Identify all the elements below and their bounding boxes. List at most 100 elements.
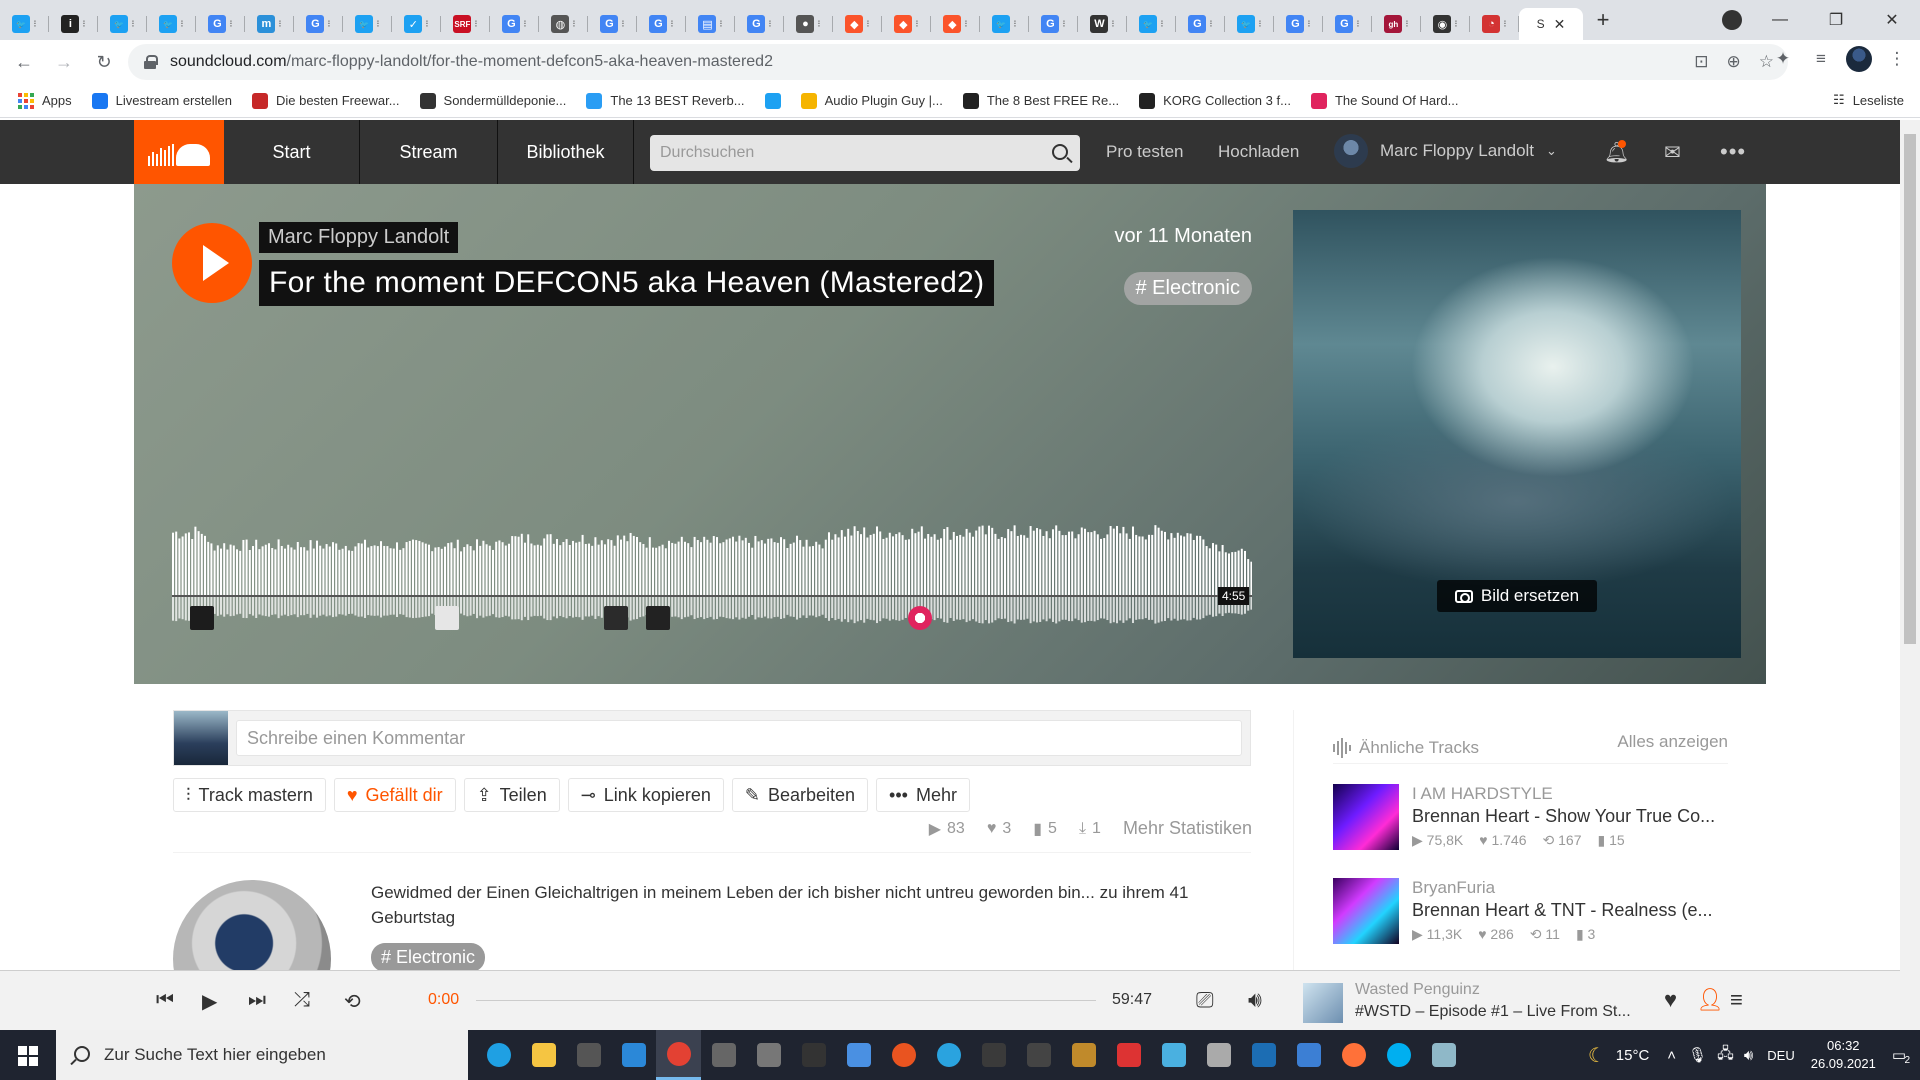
tab[interactable]: ◆ ⁝ [931, 8, 980, 40]
taskbar-app[interactable] [1241, 1030, 1286, 1080]
now-playing-artwork[interactable] [1303, 983, 1343, 1023]
tab[interactable]: gh ⁝ [1372, 8, 1421, 40]
tab[interactable]: SRF ⁝ [441, 8, 490, 40]
repeat-icon[interactable]: ⟲ [344, 989, 361, 1014]
tab[interactable]: G ⁝ [735, 8, 784, 40]
restore-icon[interactable]: ❐ [1808, 10, 1864, 30]
back-icon[interactable]: ← [8, 46, 40, 78]
copy-link-button[interactable]: ⊸ Link kopieren [567, 778, 724, 812]
comment-marker[interactable] [646, 606, 670, 630]
like-button[interactable]: ♥ Gefällt dir [333, 778, 456, 812]
tab[interactable]: ◉ ⁝ [1421, 8, 1470, 40]
tab[interactable]: 🐦 ⁝ [343, 8, 392, 40]
tab[interactable]: G ⁝ [1274, 8, 1323, 40]
taskbar-search[interactable]: Zur Suche Text hier eingeben [56, 1030, 468, 1080]
shuffle-icon[interactable]: ⤮ [294, 989, 310, 1012]
related-title[interactable]: Brennan Heart & TNT - Realness (e... [1412, 900, 1712, 921]
taskbar-app[interactable] [746, 1030, 791, 1080]
taskbar-app[interactable] [971, 1030, 1016, 1080]
tab[interactable]: 🐦 ⁝ [980, 8, 1029, 40]
language-indicator[interactable]: DEU [1767, 1048, 1794, 1063]
taskbar-app[interactable] [926, 1030, 971, 1080]
taskbar-app[interactable] [1151, 1030, 1196, 1080]
network-icon[interactable]: 🖧︎ [1717, 1043, 1734, 1068]
comment-marker[interactable] [908, 606, 932, 630]
reload-icon[interactable]: ↻ [88, 46, 120, 78]
view-all-link[interactable]: Alles anzeigen [1617, 732, 1728, 763]
waveform[interactable] [172, 500, 1252, 630]
close-window-icon[interactable]: ✕ [1864, 10, 1920, 30]
tab[interactable]: 🐦 ⁝ [1225, 8, 1274, 40]
edit-button[interactable]: ✎ Bearbeiten [731, 778, 869, 812]
tab[interactable]: i ⁝ [49, 8, 98, 40]
profile-avatar[interactable] [1846, 46, 1872, 72]
comment-marker[interactable] [435, 606, 459, 630]
notifications-icon[interactable]: ▭ 2 [1892, 1046, 1910, 1066]
comment-input[interactable]: Schreibe einen Kommentar [236, 720, 1242, 756]
share-button[interactable]: ⇪ Teilen [463, 778, 560, 812]
bookmark-item[interactable]: Audio Plugin Guy |... [800, 92, 943, 109]
microphone-icon[interactable]: 🎙︎ [1688, 1046, 1707, 1064]
nav-stream[interactable]: Stream [360, 120, 498, 184]
tab[interactable]: ◍ ⁝ [539, 8, 588, 40]
tab[interactable]: G ⁝ [637, 8, 686, 40]
weather-icon[interactable]: ☾ [1588, 1043, 1606, 1068]
taskbar-app[interactable] [701, 1030, 746, 1080]
minimize-icon[interactable]: — [1752, 11, 1808, 29]
taskbar-app[interactable] [1106, 1030, 1151, 1080]
related-track[interactable]: BryanFuria Brennan Heart & TNT - Realness… [1333, 878, 1728, 946]
taskbar-app[interactable] [1196, 1030, 1241, 1080]
replace-image-button[interactable]: Bild ersetzen [1437, 580, 1597, 612]
soundcloud-logo[interactable] [134, 120, 224, 184]
bookmark-apps[interactable]: Apps [18, 92, 72, 109]
upload-link[interactable]: Hochladen [1218, 120, 1299, 184]
messages-icon[interactable]: ✉ [1664, 120, 1681, 184]
taskbar-app[interactable] [521, 1030, 566, 1080]
taskbar-app[interactable] [1016, 1030, 1061, 1080]
follow-icon[interactable]: 👤︎ [1696, 987, 1724, 1013]
cast-icon[interactable]: ⎚ [1196, 987, 1214, 1013]
play-track-button[interactable] [172, 223, 252, 303]
tab[interactable]: G ⁝ [294, 8, 343, 40]
bookmark-item[interactable]: Die besten Freewar... [251, 92, 400, 109]
tab[interactable]: ✓ ⁝ [392, 8, 441, 40]
nav-start[interactable]: Start [224, 120, 360, 184]
install-icon[interactable]: ⊡ [1694, 52, 1708, 72]
scrollbar-thumb[interactable] [1904, 134, 1916, 644]
bookmark-item[interactable]: KORG Collection 3 f... [1139, 92, 1291, 109]
tab[interactable]: ◆ ⁝ [882, 8, 931, 40]
previous-icon[interactable]: ⏮ [156, 989, 174, 1012]
bookmark-item[interactable] [764, 92, 781, 109]
pro-link[interactable]: Pro testen [1106, 120, 1184, 184]
taskbar-app[interactable] [656, 1030, 701, 1080]
tab-active[interactable]: S ✕ [1519, 8, 1583, 40]
extensions-icon[interactable]: ✦ [1770, 46, 1796, 72]
queue-icon[interactable]: ≡ [1730, 987, 1743, 1013]
reading-list[interactable]: ☷ Leseliste [1833, 92, 1904, 108]
taskbar-app[interactable] [1331, 1030, 1376, 1080]
like-now-playing-icon[interactable]: ♥ [1664, 987, 1677, 1013]
temperature[interactable]: 15°C [1616, 1047, 1650, 1064]
bookmark-item[interactable]: Sondermülldeponie... [419, 92, 566, 109]
tab-search-icon[interactable] [1722, 10, 1742, 30]
browser-menu-icon[interactable]: ⋮ [1884, 46, 1910, 72]
user-menu[interactable]: Marc Floppy Landolt ⌄ [1334, 134, 1557, 168]
comments-stat[interactable]: ▮ 5 [1033, 819, 1057, 839]
lock-icon[interactable] [144, 55, 158, 69]
related-track[interactable]: I AM HARDSTYLE Brennan Heart - Show Your … [1333, 784, 1728, 852]
related-user[interactable]: BryanFuria [1412, 878, 1495, 898]
more-options-icon[interactable]: ••• [1720, 120, 1746, 184]
search-input[interactable]: Durchsuchen [650, 135, 1080, 171]
tab[interactable]: ▤ ⁝ [686, 8, 735, 40]
bookmark-item[interactable]: Livestream erstellen [91, 92, 232, 109]
description-genre-tag[interactable]: # Electronic [371, 943, 486, 972]
tab[interactable]: 🐦 ⁝ [0, 8, 49, 40]
bookmark-item[interactable]: The 8 Best FREE Re... [962, 92, 1119, 109]
tab[interactable]: 🐦 ⁝ [1127, 8, 1176, 40]
taskbar-app[interactable] [1421, 1030, 1466, 1080]
tab[interactable]: 🐦 ⁝ [98, 8, 147, 40]
progress-bar[interactable] [476, 1000, 1096, 1001]
next-icon[interactable]: ⏭ [248, 989, 266, 1012]
tab[interactable]: G ⁝ [196, 8, 245, 40]
comment-marker[interactable] [190, 606, 214, 630]
